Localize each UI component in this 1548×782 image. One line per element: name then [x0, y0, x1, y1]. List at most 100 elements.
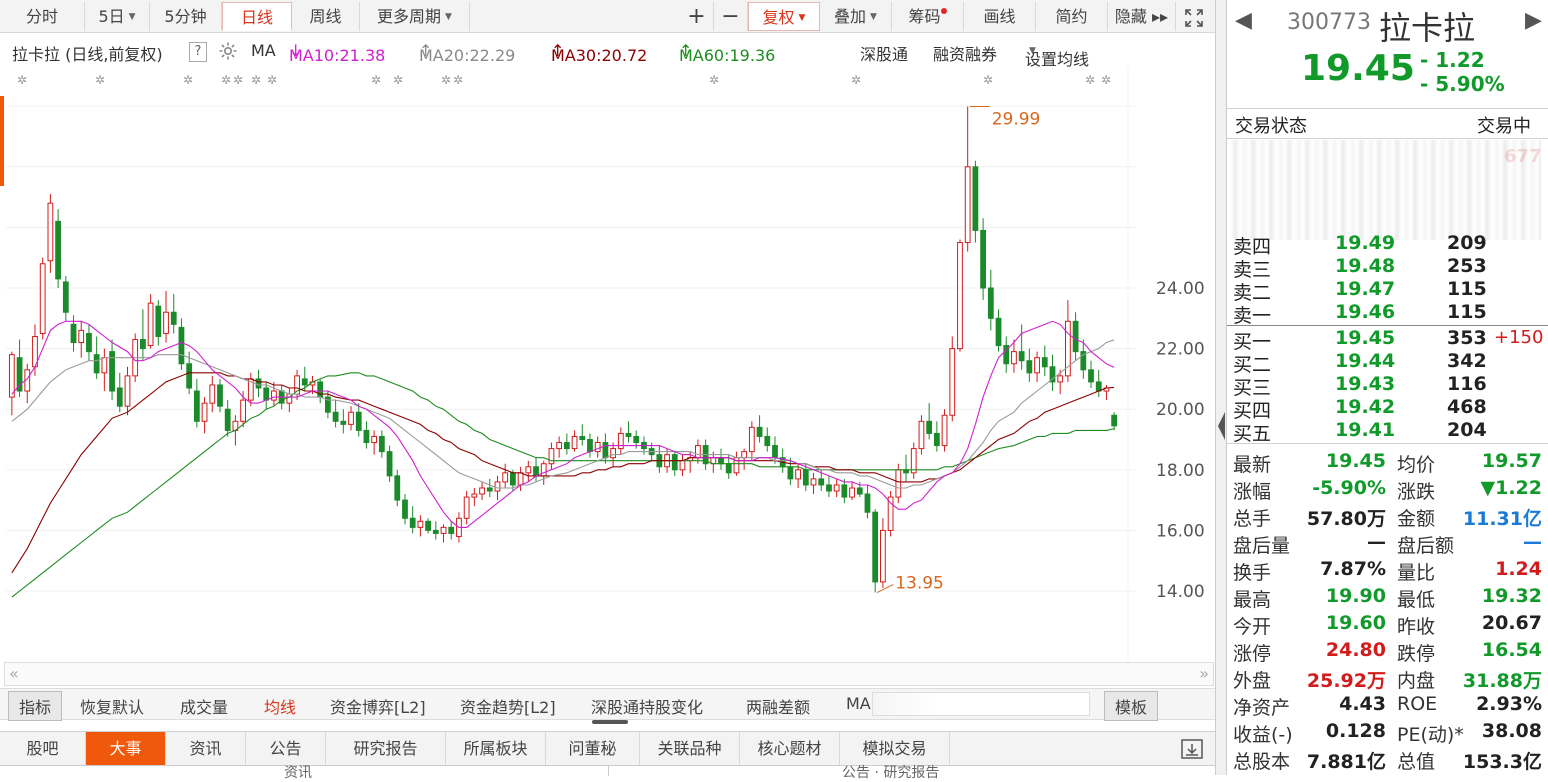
tab-sim-trade[interactable]: 模拟交易: [840, 732, 950, 766]
stat-value: —: [1367, 531, 1386, 553]
candle-body: [317, 381, 324, 398]
y-axis: 24.00 22.00 20.00 18.00 16.00 14.00: [1156, 279, 1205, 602]
candle-body: [941, 414, 948, 447]
tab-5min[interactable]: 5分钟: [150, 2, 222, 31]
drag-handle[interactable]: [592, 720, 628, 724]
tab-research[interactable]: 研究报告: [326, 732, 446, 766]
sgt-link[interactable]: 深股通: [860, 41, 908, 65]
sgt-holding-tab[interactable]: 深股通持股变化: [591, 694, 703, 718]
event-marker-icon: ✲: [221, 73, 231, 87]
tab-daily[interactable]: 日线: [222, 2, 292, 31]
y-tick-label: 16.00: [1156, 521, 1205, 541]
tab-timeshare[interactable]: 分时: [0, 2, 85, 31]
candle-body: [1018, 351, 1025, 362]
tab-core-topics[interactable]: 核心题材: [740, 732, 840, 766]
candle-body: [671, 454, 678, 471]
candle-body: [872, 511, 879, 583]
stat-value: 16.54: [1481, 639, 1542, 661]
zoom-out-button[interactable]: −: [714, 2, 748, 31]
chart-scrollbar[interactable]: « »: [4, 662, 1214, 686]
scroll-left-icon[interactable]: «: [9, 664, 19, 683]
tab-ask-secretary[interactable]: 问董秘: [546, 732, 640, 766]
restore-default-tab[interactable]: 恢复默认: [80, 694, 144, 718]
collapse-arrow-icon[interactable]: [1218, 412, 1225, 440]
fullscreen-icon[interactable]: [1176, 2, 1212, 31]
ask-row-price[interactable]: 19.49: [1335, 232, 1395, 254]
candle-body: [533, 466, 539, 477]
tab-announcements[interactable]: 公告: [246, 732, 326, 766]
ask-row-price[interactable]: 19.46: [1335, 301, 1395, 323]
last-price: 19.45: [1301, 48, 1415, 89]
indicator-search-field[interactable]: [872, 692, 1090, 716]
tab-events[interactable]: 大事: [86, 732, 166, 766]
prev-stock-icon[interactable]: ◀: [1235, 8, 1252, 33]
ask-row-price[interactable]: 19.47: [1335, 278, 1395, 300]
adjust-label: 复权: [762, 8, 795, 27]
chips-button[interactable]: 筹码: [892, 2, 964, 31]
tab-more-periods[interactable]: 更多周期 ▼: [360, 2, 470, 31]
stat-value: 4.43: [1339, 693, 1386, 715]
settings-gear-icon[interactable]: [217, 40, 239, 66]
candle-body: [625, 432, 632, 437]
ma10-line: [11, 320, 1115, 528]
candle-body: [47, 202, 54, 262]
tab-more-periods-label: 更多周期: [377, 7, 442, 26]
fund-game-tab[interactable]: 资金博弈[L2]: [330, 694, 426, 718]
download-icon[interactable]: [1180, 738, 1204, 764]
y-tick-label: 20.00: [1156, 400, 1205, 420]
ma60-value: MA60:19.36 ↑: [679, 41, 776, 65]
bid-row-price[interactable]: 19.43: [1335, 373, 1395, 395]
ma-tab[interactable]: 均线: [264, 694, 296, 718]
fund-trend-tab[interactable]: 资金趋势[L2]: [460, 694, 556, 718]
margin-link[interactable]: 融资融券: [933, 41, 997, 65]
price-change: - 1.22: [1420, 48, 1485, 72]
blurred-order-area: [1231, 140, 1541, 240]
help-button[interactable]: ?: [189, 42, 207, 62]
candle-body: [209, 384, 216, 404]
ma-extra-tab[interactable]: MA: [846, 694, 871, 713]
candle-body: [880, 529, 886, 583]
overlay-dropdown[interactable]: 叠加 ▼: [820, 2, 892, 31]
candle-body: [587, 439, 593, 453]
tab-5day[interactable]: 5日 ▼: [85, 2, 150, 31]
candle-body: [602, 442, 609, 459]
ask-row-volume: 115: [1447, 301, 1487, 323]
candle-body: [116, 387, 123, 407]
panel-divider[interactable]: [1215, 0, 1227, 775]
adjust-dropdown[interactable]: 复权 ▼: [748, 2, 820, 31]
tab-news[interactable]: 资讯: [166, 732, 246, 766]
tab-guba[interactable]: 股吧: [0, 732, 86, 766]
bid-row-price[interactable]: 19.44: [1335, 350, 1395, 372]
zoom-in-button[interactable]: +: [680, 2, 714, 31]
bid-row-price[interactable]: 19.41: [1335, 419, 1395, 441]
kline-chart[interactable]: ✲ ✲ ✲ ✲ ✲ ✲ ✲ ✲ ✲ ✲ ✲ ✲ ✲ ✲ ✲ ✲ 24.0022.0020.0018.0016.…: [0, 66, 1215, 662]
candle-body: [756, 426, 763, 437]
tab-5day-label: 5日: [98, 7, 125, 26]
event-marker-icon: ✲: [267, 73, 277, 87]
hide-button[interactable]: 隐藏 ▸▸: [1108, 2, 1176, 31]
draw-button[interactable]: 画线: [964, 2, 1036, 31]
next-stock-icon[interactable]: ▶: [1525, 8, 1542, 33]
chevron-down-icon: ▼: [1029, 46, 1036, 56]
volume-tab[interactable]: 成交量: [180, 694, 228, 718]
stat-value: 19.90: [1325, 585, 1386, 607]
tab-related[interactable]: 关联品种: [640, 732, 740, 766]
candle-body: [918, 420, 925, 450]
stat-value: 19.57: [1481, 450, 1542, 472]
candle-body: [163, 311, 169, 334]
tab-sectors[interactable]: 所属板块: [446, 732, 546, 766]
ask-row-volume: 115: [1447, 278, 1487, 300]
margin-diff-tab[interactable]: 两融差额: [746, 694, 810, 718]
indicator-tab-label[interactable]: 指标: [8, 691, 63, 721]
template-button[interactable]: 模板: [1104, 691, 1159, 721]
event-marker-icon: ✲: [1085, 73, 1095, 87]
ask-row-price[interactable]: 19.48: [1335, 255, 1395, 277]
stock-name: 拉卡拉: [1379, 9, 1476, 47]
bid-row-price[interactable]: 19.42: [1335, 396, 1395, 418]
scroll-right-icon[interactable]: »: [1199, 664, 1209, 683]
candle-body: [301, 378, 308, 386]
stat-value: 19.60: [1325, 612, 1386, 634]
simple-button[interactable]: 简约: [1036, 2, 1108, 31]
tab-weekly[interactable]: 周线: [292, 2, 360, 31]
bid-row-price[interactable]: 19.45: [1335, 327, 1395, 349]
